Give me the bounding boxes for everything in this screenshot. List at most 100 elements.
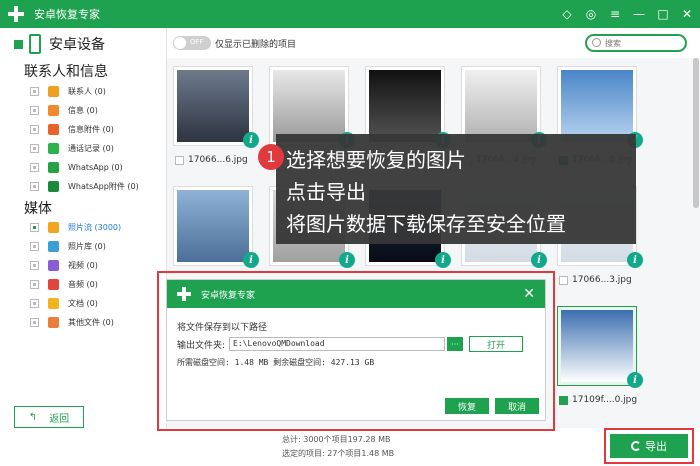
message-icon (48, 104, 59, 116)
tooltip-line: 选择想要恢复的图片 (286, 148, 466, 172)
sidebar-item-label: 视频 (0) (68, 260, 98, 270)
photo-image (561, 310, 633, 382)
search-box[interactable] (585, 34, 687, 52)
sidebar-item[interactable]: WhatsApp附件 (0) (30, 179, 139, 193)
toggle-state: OFF (190, 38, 204, 46)
export-dialog: 安卓恢复专家 ✕ 将文件保存到以下路径 输出文件夹: E:\LenovoQMDo… (166, 279, 546, 421)
sidebar-item-checkbox[interactable] (30, 143, 39, 153)
sidebar-item-checkbox[interactable] (30, 222, 39, 232)
close-icon[interactable]: ✕ (680, 7, 694, 21)
sidebar-item-label: 其他文件 (0) (68, 317, 114, 327)
photo-name-row[interactable]: 17066...6.jpg (175, 155, 248, 165)
cancel-button[interactable]: 取消 (495, 398, 539, 414)
guide-tooltip: 1 选择想要恢复的图片 点击导出 将图片数据下载保存至安全位置 (258, 134, 636, 244)
scrollbar[interactable] (693, 58, 699, 428)
whatsapp-icon (48, 161, 59, 173)
info-icon[interactable]: i (627, 252, 643, 268)
output-path-field[interactable]: E:\LenovoQMDownload (229, 337, 446, 351)
sidebar-item[interactable]: 信息 (0) (30, 103, 98, 117)
section-contacts-heading: 联系人和信息 (24, 64, 108, 80)
sidebar-item[interactable]: 照片库 (0) (30, 239, 106, 253)
sidebar-item-checkbox[interactable] (30, 105, 39, 115)
sidebar-item-label: WhatsApp附件 (0) (68, 181, 139, 191)
info-icon[interactable]: i (243, 132, 259, 148)
document-icon (48, 297, 59, 309)
photo-name: 17066...6.jpg (188, 155, 248, 165)
photo-image (369, 70, 441, 142)
tooltip-line: 点击导出 (286, 180, 366, 204)
open-button[interactable]: 打开 (469, 336, 524, 352)
back-arrow-icon: ↰ (28, 411, 38, 423)
sidebar-item-checkbox[interactable] (30, 298, 39, 308)
device-row[interactable]: 安卓设备 (14, 34, 105, 54)
sidebar: 安卓设备 联系人和信息 联系人 (0) 信息 (0) 信息附件 (0) 通话记录 (0… (0, 28, 165, 428)
sidebar-item-label: 照片流 (3000) (68, 222, 122, 232)
dialog-prompt: 将文件保存到以下路径 (177, 323, 268, 333)
search-input[interactable] (605, 37, 683, 49)
phone-icon (29, 34, 41, 54)
photo-name: 17066...3.jpg (572, 275, 632, 285)
sidebar-item[interactable]: 文档 (0) (30, 296, 98, 310)
photo-thumbnail[interactable] (173, 66, 253, 146)
sidebar-item-checkbox[interactable] (30, 317, 39, 327)
sidebar-item-label: 信息 (0) (68, 105, 98, 115)
close-icon[interactable]: ✕ (523, 286, 535, 302)
deleted-only-toggle[interactable]: OFF (173, 36, 211, 50)
chat-icon[interactable]: ◎ (584, 7, 598, 21)
step-badge: 1 (258, 144, 284, 170)
toggle-knob (174, 37, 186, 49)
sidebar-item[interactable]: 通话记录 (0) (30, 141, 114, 155)
sidebar-item[interactable]: WhatsApp (0) (30, 160, 123, 174)
browse-button[interactable]: ··· (447, 337, 464, 351)
photo-checkbox[interactable] (559, 395, 568, 405)
photo-name: 17109f....0.jpg (572, 395, 638, 405)
photo-thumbnail[interactable] (557, 306, 637, 386)
info-icon[interactable]: i (243, 252, 259, 268)
info-icon[interactable]: i (435, 252, 451, 268)
info-icon[interactable]: i (531, 252, 547, 268)
total-count: 总计: 3000个项目197.28 MB (282, 435, 391, 444)
sidebar-item[interactable]: 其他文件 (0) (30, 315, 114, 329)
sidebar-item[interactable]: 视频 (0) (30, 258, 98, 272)
sidebar-item-checkbox[interactable] (30, 241, 39, 251)
attachment-icon (48, 123, 59, 135)
footer-stats: 总计: 3000个项目197.28 MB 选定的项目: 27个项目1.48 MB (282, 433, 394, 461)
diamond-icon[interactable]: ◇ (560, 7, 574, 21)
restore-button[interactable]: 恢复 (445, 398, 489, 414)
photo-stream-icon (48, 221, 59, 233)
section-media-heading: 媒体 (24, 201, 52, 217)
sidebar-item-label: 通话记录 (0) (68, 143, 114, 153)
photo-image (177, 190, 249, 262)
sidebar-item[interactable]: 信息附件 (0) (30, 122, 114, 136)
sidebar-item-checkbox[interactable] (30, 260, 39, 270)
sidebar-item-checkbox[interactable] (30, 181, 39, 191)
photo-name-row[interactable]: 17066...3.jpg (559, 275, 632, 285)
sidebar-item-label: 文档 (0) (68, 298, 98, 308)
maximize-icon[interactable]: □ (656, 7, 670, 21)
photo-checkbox[interactable] (559, 275, 568, 285)
window-controls: ◇ ◎ ≡ — □ ✕ (560, 0, 694, 28)
sidebar-item-checkbox[interactable] (30, 162, 39, 172)
photo-thumbnail[interactable] (173, 186, 253, 266)
sidebar-item[interactable]: 联系人 (0) (30, 84, 106, 98)
sidebar-item-checkbox[interactable] (30, 124, 39, 134)
sidebar-item-checkbox[interactable] (30, 86, 39, 96)
info-icon[interactable]: i (339, 252, 355, 268)
photo-image (465, 70, 537, 142)
back-button[interactable]: ↰ 返回 (14, 406, 84, 428)
sidebar-item-checkbox[interactable] (30, 279, 39, 289)
photo-checkbox[interactable] (175, 155, 184, 165)
minimize-icon[interactable]: — (632, 7, 646, 21)
photo-library-icon (48, 240, 59, 252)
scrollbar-thumb[interactable] (693, 58, 699, 208)
photo-name-row[interactable]: 17109f....0.jpg (559, 395, 637, 405)
export-button[interactable]: 导出 (610, 434, 688, 458)
info-icon[interactable]: i (627, 372, 643, 388)
sidebar-item[interactable]: 音频 (0) (30, 277, 98, 291)
device-checkbox[interactable] (14, 39, 23, 49)
menu-icon[interactable]: ≡ (608, 7, 622, 21)
sidebar-item[interactable]: 照片流 (3000) (30, 220, 121, 234)
dialog-logo-icon (177, 287, 191, 301)
sidebar-item-label: 联系人 (0) (68, 86, 106, 96)
tooltip-line: 将图片数据下载保存至安全位置 (286, 212, 566, 236)
